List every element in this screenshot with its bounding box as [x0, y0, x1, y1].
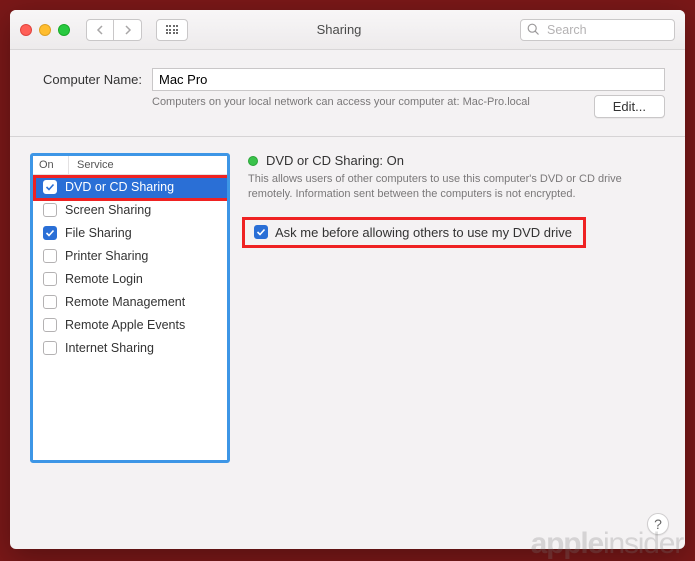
main-area: On Service DVD or CD Sharing Screen Shari…: [30, 153, 665, 463]
service-row[interactable]: DVD or CD Sharing: [33, 175, 227, 198]
service-checkbox[interactable]: [43, 226, 57, 240]
show-all-button[interactable]: [156, 19, 188, 41]
service-label: Remote Apple Events: [65, 318, 185, 332]
column-service[interactable]: Service: [69, 156, 227, 174]
service-row[interactable]: Remote Login: [33, 267, 227, 290]
service-label: Remote Login: [65, 272, 143, 286]
divider: [10, 136, 685, 137]
ask-label: Ask me before allowing others to use my …: [275, 225, 572, 240]
service-checkbox[interactable]: [43, 249, 57, 263]
service-row[interactable]: Remote Apple Events: [33, 313, 227, 336]
computer-name-subtext: Computers on your local network can acce…: [152, 95, 582, 110]
minimize-icon[interactable]: [39, 24, 51, 36]
status-row: DVD or CD Sharing: On: [248, 153, 665, 168]
service-row[interactable]: Screen Sharing: [33, 198, 227, 221]
service-checkbox[interactable]: [43, 180, 57, 194]
ask-checkbox[interactable]: [254, 225, 268, 239]
search-icon: [527, 23, 540, 39]
services-header: On Service: [33, 156, 227, 175]
service-label: Screen Sharing: [65, 203, 151, 217]
sharing-preferences-window: Sharing Computer Name: Computers on your…: [10, 10, 685, 549]
zoom-icon[interactable]: [58, 24, 70, 36]
service-checkbox[interactable]: [43, 203, 57, 217]
content: Computer Name: Computers on your local n…: [10, 50, 685, 477]
close-icon[interactable]: [20, 24, 32, 36]
search-input[interactable]: [520, 19, 675, 41]
window-title: Sharing: [196, 22, 512, 37]
computer-name-input[interactable]: [152, 68, 665, 91]
service-label: Internet Sharing: [65, 341, 154, 355]
services-panel: On Service DVD or CD Sharing Screen Shari…: [30, 153, 230, 463]
service-checkbox[interactable]: [43, 318, 57, 332]
titlebar: Sharing: [10, 10, 685, 50]
service-row[interactable]: Remote Management: [33, 290, 227, 313]
service-row[interactable]: File Sharing: [33, 221, 227, 244]
status-indicator-icon: [248, 156, 258, 166]
grid-icon: [166, 25, 179, 34]
column-on[interactable]: On: [33, 156, 69, 174]
forward-button[interactable]: [114, 19, 142, 41]
service-checkbox[interactable]: [43, 341, 57, 355]
computer-name-row: Computer Name:: [30, 68, 665, 91]
ask-wrap: Ask me before allowing others to use my …: [248, 221, 578, 244]
search-wrap: [520, 19, 675, 41]
service-label: DVD or CD Sharing: [65, 180, 174, 194]
computer-name-label: Computer Name:: [30, 72, 142, 87]
ask-checkbox-row[interactable]: Ask me before allowing others to use my …: [248, 221, 578, 244]
status-description: This allows users of other computers to …: [248, 172, 665, 203]
service-row[interactable]: Internet Sharing: [33, 336, 227, 359]
edit-button[interactable]: Edit...: [594, 95, 665, 118]
help-button[interactable]: ?: [647, 513, 669, 535]
service-label: File Sharing: [65, 226, 132, 240]
service-row[interactable]: Printer Sharing: [33, 244, 227, 267]
nav-buttons: [86, 19, 142, 41]
back-button[interactable]: [86, 19, 114, 41]
service-detail: DVD or CD Sharing: On This allows users …: [248, 153, 665, 244]
status-title: DVD or CD Sharing: On: [266, 153, 404, 168]
service-checkbox[interactable]: [43, 272, 57, 286]
service-checkbox[interactable]: [43, 295, 57, 309]
services-list: DVD or CD Sharing Screen Sharing File Shar…: [33, 175, 227, 359]
computer-name-subrow: Computers on your local network can acce…: [30, 95, 665, 118]
window-controls: [20, 24, 70, 36]
service-label: Remote Management: [65, 295, 185, 309]
service-label: Printer Sharing: [65, 249, 148, 263]
